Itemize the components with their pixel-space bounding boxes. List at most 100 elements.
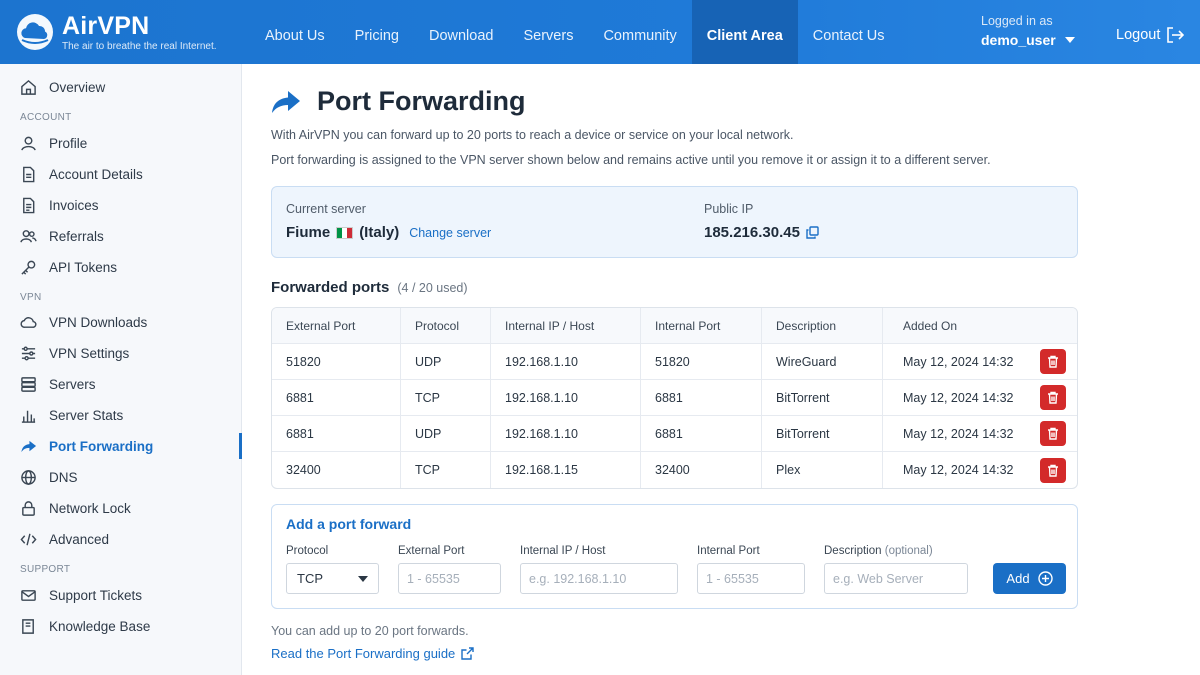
description-input[interactable] (824, 563, 968, 594)
cell-internal-port: 6881 (641, 380, 762, 415)
copy-icon[interactable] (806, 226, 819, 239)
sidebar-item-profile[interactable]: Profile (0, 128, 241, 158)
table-row: 6881 TCP 192.168.1.10 6881 BitTorrent Ma… (272, 380, 1077, 416)
logout-button[interactable]: Logout (1116, 27, 1185, 43)
sidebar-item-referrals[interactable]: Referrals (0, 221, 241, 251)
forwarded-ports-count: (4 / 20 used) (397, 281, 468, 295)
nav-about-us[interactable]: About Us (250, 0, 340, 64)
users-icon (20, 229, 37, 242)
cell-added-on: May 12, 2024 14:32 (883, 380, 1077, 415)
col-internal-ip: Internal IP / Host (491, 308, 641, 343)
description-label: Description (optional) (824, 545, 933, 557)
page-title: Port Forwarding (317, 86, 526, 116)
main-nav: About Us Pricing Download Servers Commun… (250, 0, 900, 64)
forwarded-ports-title: Forwarded ports (271, 279, 390, 296)
sidebar-item-support-tickets[interactable]: Support Tickets (0, 580, 241, 610)
cell-protocol: TCP (401, 380, 491, 415)
sidebar-item-server-stats[interactable]: Server Stats (0, 400, 241, 430)
internal-ip-input[interactable] (520, 563, 678, 594)
sidebar-item-advanced[interactable]: Advanced (0, 524, 241, 554)
internal-port-input[interactable] (697, 563, 805, 594)
col-description: Description (762, 308, 883, 343)
sliders-icon (21, 346, 36, 360)
public-ip-value: 185.216.30.45 (704, 224, 819, 241)
external-port-input[interactable] (398, 563, 501, 594)
sidebar-item-vpn-downloads[interactable]: VPN Downloads (0, 307, 241, 337)
trash-icon (1048, 355, 1058, 368)
sidebar-item-network-lock[interactable]: Network Lock (0, 493, 241, 523)
protocol-select[interactable]: TCP (286, 563, 379, 594)
cell-added-on: May 12, 2024 14:32 (883, 416, 1077, 451)
sidebar-label-support-tickets: Support Tickets (49, 587, 143, 603)
nav-download[interactable]: Download (414, 0, 509, 64)
trash-icon (1048, 464, 1058, 477)
sidebar-label-vpn-settings: VPN Settings (49, 345, 130, 361)
cell-added-on: May 12, 2024 14:32 (883, 452, 1077, 488)
page-header: Port Forwarding (271, 86, 526, 117)
description-label-text: Description (824, 545, 882, 557)
bar-chart-icon (21, 410, 36, 423)
nav-client-area[interactable]: Client Area (691, 0, 798, 64)
external-link-icon (461, 647, 474, 660)
internal-port-label: Internal Port (697, 545, 760, 557)
nav-contact-us[interactable]: Contact Us (798, 0, 900, 64)
current-server-card: Current server Fiume (Italy) Change serv… (271, 186, 1078, 258)
sidebar-item-knowledge-base[interactable]: Knowledge Base (0, 611, 241, 641)
sidebar-item-invoices[interactable]: Invoices (0, 190, 241, 220)
top-navigation-bar: AirVPN The air to breathe the real Inter… (0, 0, 1200, 64)
description-optional-hint: (optional) (884, 545, 933, 557)
sidebar-label-servers: Servers (49, 376, 96, 392)
logout-icon (1167, 27, 1185, 43)
server-name: Fiume (286, 224, 331, 241)
mail-icon (21, 589, 36, 601)
cell-added-on: May 12, 2024 14:32 (883, 344, 1077, 379)
brand-name: AirVPN (62, 12, 150, 40)
delete-button[interactable] (1040, 385, 1066, 410)
add-button-label: Add (1006, 571, 1030, 586)
airvpn-logo[interactable]: AirVPN The air to breathe the real Inter… (16, 10, 236, 56)
cell-internal-port: 51820 (641, 344, 762, 379)
share-arrow-icon (272, 90, 300, 113)
chevron-down-icon (1064, 36, 1075, 43)
italy-flag-icon (336, 226, 354, 239)
add-button[interactable]: Add (993, 563, 1066, 594)
sidebar-item-dns[interactable]: DNS (0, 462, 241, 492)
sidebar-item-servers[interactable]: Servers (0, 369, 241, 399)
sidebar-label-api-tokens: API Tokens (49, 259, 118, 275)
sidebar-section-support: SUPPORT (20, 564, 71, 575)
cell-internal-port: 6881 (641, 416, 762, 451)
intro-text-1: With AirVPN you can forward up to 20 por… (271, 128, 794, 142)
nav-servers[interactable]: Servers (508, 0, 588, 64)
sidebar-label-account-details: Account Details (49, 166, 143, 182)
cell-description: Plex (762, 452, 883, 488)
delete-button[interactable] (1040, 421, 1066, 446)
added-on-value: May 12, 2024 14:32 (903, 390, 1014, 405)
delete-button[interactable] (1040, 457, 1066, 483)
sidebar-item-account-details[interactable]: Account Details (0, 159, 241, 189)
cell-protocol: TCP (401, 452, 491, 488)
port-forwarding-guide-link[interactable]: Read the Port Forwarding guide (271, 646, 474, 661)
cell-internal-ip: 192.168.1.15 (491, 452, 641, 488)
sidebar-item-vpn-settings[interactable]: VPN Settings (0, 338, 241, 368)
sidebar: Overview ACCOUNT Profile Account Details… (0, 64, 242, 675)
public-ip: 185.216.30.45 (704, 224, 800, 241)
nav-pricing[interactable]: Pricing (340, 0, 414, 64)
user-menu[interactable]: Logged in as demo_user (981, 14, 1075, 48)
added-on-value: May 12, 2024 14:32 (903, 463, 1014, 477)
nav-community[interactable]: Community (588, 0, 691, 64)
sidebar-item-api-tokens[interactable]: API Tokens (0, 252, 241, 282)
cell-external-port: 6881 (272, 416, 401, 451)
sidebar-item-overview[interactable]: Overview (0, 72, 241, 102)
protocol-label: Protocol (286, 545, 329, 557)
current-server-label: Current server (286, 202, 366, 216)
delete-button[interactable] (1040, 349, 1066, 374)
sidebar-item-port-forwarding[interactable]: Port Forwarding (0, 431, 242, 461)
table-header-row: External Port Protocol Internal IP / Hos… (272, 308, 1077, 344)
table-row: 6881 UDP 192.168.1.10 6881 BitTorrent Ma… (272, 416, 1077, 452)
col-internal-port: Internal Port (641, 308, 762, 343)
sidebar-label-knowledge-base: Knowledge Base (49, 618, 151, 634)
sidebar-section-vpn: VPN (20, 292, 42, 303)
change-server-link[interactable]: Change server (409, 226, 491, 240)
document-icon (23, 166, 35, 182)
sidebar-label-referrals: Referrals (49, 228, 104, 244)
